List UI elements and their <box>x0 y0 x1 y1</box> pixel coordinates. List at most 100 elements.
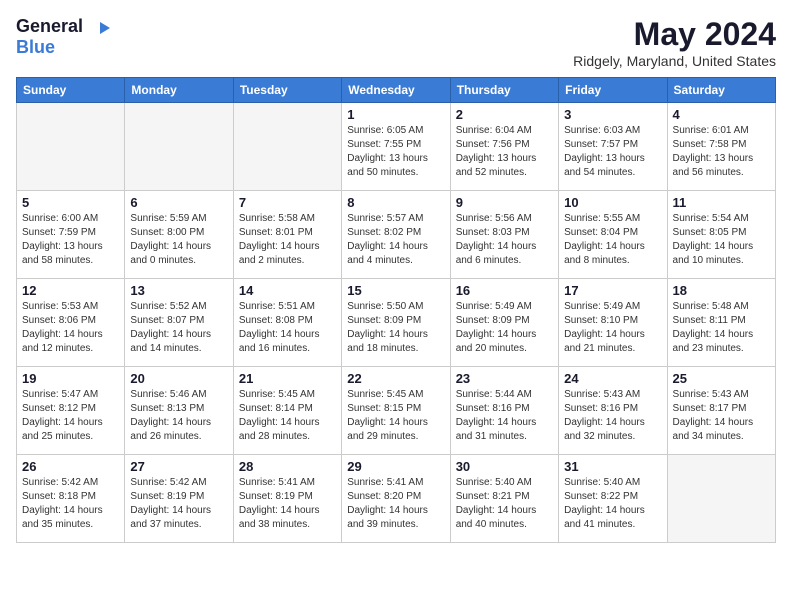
day-number: 12 <box>22 283 119 298</box>
week-row-1: 5 Sunrise: 6:00 AM Sunset: 7:59 PM Dayli… <box>17 191 776 279</box>
page-header: General Blue May 2024 Ridgely, Maryland,… <box>16 16 776 69</box>
day-sunset: Sunset: 8:09 PM <box>456 314 553 328</box>
cell-w4-d2: 28 Sunrise: 5:41 AM Sunset: 8:19 PM Dayl… <box>233 455 341 543</box>
cell-w1-d3: 8 Sunrise: 5:57 AM Sunset: 8:02 PM Dayli… <box>342 191 450 279</box>
day-sunrise: Sunrise: 5:52 AM <box>130 300 227 314</box>
day-sunrise: Sunrise: 6:00 AM <box>22 212 119 226</box>
day-number: 13 <box>130 283 227 298</box>
day-sunrise: Sunrise: 5:41 AM <box>347 476 444 490</box>
day-number: 7 <box>239 195 336 210</box>
day-daylight: Daylight: 14 hours and 39 minutes. <box>347 504 444 532</box>
day-daylight: Daylight: 13 hours and 56 minutes. <box>673 152 770 180</box>
day-sunrise: Sunrise: 6:01 AM <box>673 124 770 138</box>
day-number: 10 <box>564 195 661 210</box>
day-sunset: Sunset: 8:10 PM <box>564 314 661 328</box>
day-number: 31 <box>564 459 661 474</box>
day-number: 15 <box>347 283 444 298</box>
day-daylight: Daylight: 14 hours and 25 minutes. <box>22 416 119 444</box>
header-thursday: Thursday <box>450 78 558 103</box>
day-number: 17 <box>564 283 661 298</box>
day-sunrise: Sunrise: 5:56 AM <box>456 212 553 226</box>
week-row-0: 1 Sunrise: 6:05 AM Sunset: 7:55 PM Dayli… <box>17 103 776 191</box>
day-daylight: Daylight: 14 hours and 12 minutes. <box>22 328 119 356</box>
day-sunrise: Sunrise: 5:47 AM <box>22 388 119 402</box>
day-daylight: Daylight: 14 hours and 38 minutes. <box>239 504 336 532</box>
day-daylight: Daylight: 14 hours and 0 minutes. <box>130 240 227 268</box>
day-daylight: Daylight: 14 hours and 28 minutes. <box>239 416 336 444</box>
day-sunset: Sunset: 7:59 PM <box>22 226 119 240</box>
cell-w2-d2: 14 Sunrise: 5:51 AM Sunset: 8:08 PM Dayl… <box>233 279 341 367</box>
day-sunrise: Sunrise: 5:42 AM <box>22 476 119 490</box>
day-sunrise: Sunrise: 5:40 AM <box>456 476 553 490</box>
day-sunset: Sunset: 8:03 PM <box>456 226 553 240</box>
day-sunset: Sunset: 7:55 PM <box>347 138 444 152</box>
day-sunrise: Sunrise: 5:46 AM <box>130 388 227 402</box>
header-tuesday: Tuesday <box>233 78 341 103</box>
cell-w3-d5: 24 Sunrise: 5:43 AM Sunset: 8:16 PM Dayl… <box>559 367 667 455</box>
day-number: 8 <box>347 195 444 210</box>
day-sunset: Sunset: 8:20 PM <box>347 490 444 504</box>
header-monday: Monday <box>125 78 233 103</box>
day-sunset: Sunset: 8:04 PM <box>564 226 661 240</box>
cell-w2-d5: 17 Sunrise: 5:49 AM Sunset: 8:10 PM Dayl… <box>559 279 667 367</box>
day-sunrise: Sunrise: 6:05 AM <box>347 124 444 138</box>
day-number: 6 <box>130 195 227 210</box>
day-number: 20 <box>130 371 227 386</box>
day-number: 18 <box>673 283 770 298</box>
cell-w4-d5: 31 Sunrise: 5:40 AM Sunset: 8:22 PM Dayl… <box>559 455 667 543</box>
day-number: 19 <box>22 371 119 386</box>
day-number: 29 <box>347 459 444 474</box>
day-sunrise: Sunrise: 6:03 AM <box>564 124 661 138</box>
day-number: 9 <box>456 195 553 210</box>
day-sunset: Sunset: 8:16 PM <box>456 402 553 416</box>
day-number: 23 <box>456 371 553 386</box>
day-sunset: Sunset: 8:16 PM <box>564 402 661 416</box>
day-sunset: Sunset: 7:58 PM <box>673 138 770 152</box>
day-daylight: Daylight: 14 hours and 18 minutes. <box>347 328 444 356</box>
cell-w0-d3: 1 Sunrise: 6:05 AM Sunset: 7:55 PM Dayli… <box>342 103 450 191</box>
day-sunrise: Sunrise: 5:51 AM <box>239 300 336 314</box>
day-sunset: Sunset: 8:05 PM <box>673 226 770 240</box>
title-block: May 2024 Ridgely, Maryland, United State… <box>573 16 776 69</box>
day-sunrise: Sunrise: 5:40 AM <box>564 476 661 490</box>
day-daylight: Daylight: 14 hours and 37 minutes. <box>130 504 227 532</box>
day-sunset: Sunset: 8:17 PM <box>673 402 770 416</box>
day-daylight: Daylight: 13 hours and 54 minutes. <box>564 152 661 180</box>
day-daylight: Daylight: 14 hours and 35 minutes. <box>22 504 119 532</box>
week-row-4: 26 Sunrise: 5:42 AM Sunset: 8:18 PM Dayl… <box>17 455 776 543</box>
cell-w1-d4: 9 Sunrise: 5:56 AM Sunset: 8:03 PM Dayli… <box>450 191 558 279</box>
day-sunset: Sunset: 8:19 PM <box>239 490 336 504</box>
cell-w2-d6: 18 Sunrise: 5:48 AM Sunset: 8:11 PM Dayl… <box>667 279 775 367</box>
day-sunrise: Sunrise: 5:49 AM <box>564 300 661 314</box>
day-sunrise: Sunrise: 5:53 AM <box>22 300 119 314</box>
day-daylight: Daylight: 14 hours and 21 minutes. <box>564 328 661 356</box>
calendar-subtitle: Ridgely, Maryland, United States <box>573 53 776 69</box>
day-sunrise: Sunrise: 5:42 AM <box>130 476 227 490</box>
day-sunset: Sunset: 8:01 PM <box>239 226 336 240</box>
day-daylight: Daylight: 14 hours and 31 minutes. <box>456 416 553 444</box>
day-sunset: Sunset: 8:21 PM <box>456 490 553 504</box>
day-number: 24 <box>564 371 661 386</box>
day-sunset: Sunset: 8:06 PM <box>22 314 119 328</box>
cell-w4-d6 <box>667 455 775 543</box>
day-sunset: Sunset: 8:09 PM <box>347 314 444 328</box>
day-sunrise: Sunrise: 5:49 AM <box>456 300 553 314</box>
day-sunrise: Sunrise: 6:04 AM <box>456 124 553 138</box>
cell-w2-d4: 16 Sunrise: 5:49 AM Sunset: 8:09 PM Dayl… <box>450 279 558 367</box>
cell-w2-d0: 12 Sunrise: 5:53 AM Sunset: 8:06 PM Dayl… <box>17 279 125 367</box>
cell-w4-d4: 30 Sunrise: 5:40 AM Sunset: 8:21 PM Dayl… <box>450 455 558 543</box>
day-daylight: Daylight: 14 hours and 20 minutes. <box>456 328 553 356</box>
day-number: 16 <box>456 283 553 298</box>
day-number: 22 <box>347 371 444 386</box>
cell-w1-d1: 6 Sunrise: 5:59 AM Sunset: 8:00 PM Dayli… <box>125 191 233 279</box>
day-number: 14 <box>239 283 336 298</box>
logo: General Blue <box>16 16 110 58</box>
cell-w0-d4: 2 Sunrise: 6:04 AM Sunset: 7:56 PM Dayli… <box>450 103 558 191</box>
cell-w4-d3: 29 Sunrise: 5:41 AM Sunset: 8:20 PM Dayl… <box>342 455 450 543</box>
day-daylight: Daylight: 14 hours and 34 minutes. <box>673 416 770 444</box>
day-number: 5 <box>22 195 119 210</box>
cell-w3-d3: 22 Sunrise: 5:45 AM Sunset: 8:15 PM Dayl… <box>342 367 450 455</box>
day-sunrise: Sunrise: 5:50 AM <box>347 300 444 314</box>
day-sunset: Sunset: 8:13 PM <box>130 402 227 416</box>
day-sunset: Sunset: 8:19 PM <box>130 490 227 504</box>
